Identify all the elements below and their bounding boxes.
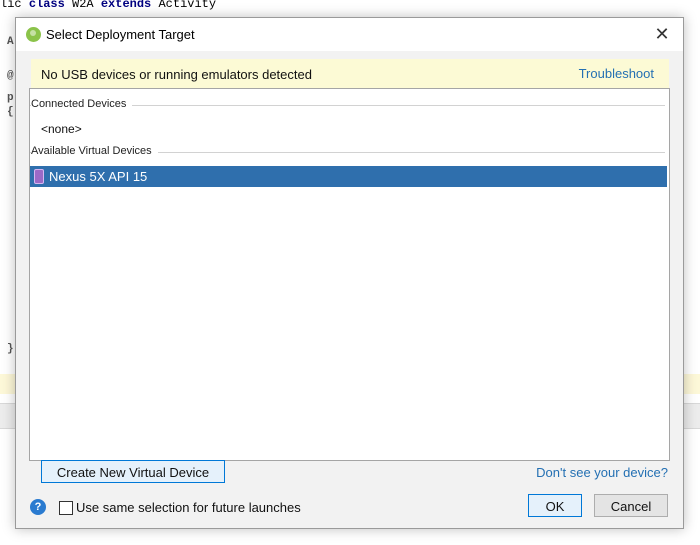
section-title: Available Virtual Devices	[31, 145, 158, 157]
close-icon: ✕	[654, 24, 670, 44]
warning-banner: No USB devices or running emulators dete…	[31, 59, 669, 89]
code-fragment: {	[7, 106, 14, 118]
dont-see-your-device-link[interactable]: Don't see your device?	[536, 465, 668, 480]
dialog-titlebar[interactable]: Select Deployment Target ✕	[16, 18, 683, 51]
available-virtual-devices-header: Available Virtual Devices	[30, 145, 669, 161]
same-selection-checkbox[interactable]	[59, 501, 73, 515]
banner-message: No USB devices or running emulators dete…	[41, 67, 312, 82]
device-list[interactable]: Connected Devices <none> Available Virtu…	[29, 88, 670, 461]
code-fragment: }	[7, 343, 14, 355]
code-fragment: p	[7, 92, 14, 104]
no-connected-devices-label: <none>	[41, 122, 82, 136]
section-title: Connected Devices	[31, 98, 133, 110]
select-deployment-target-dialog: Select Deployment Target ✕ No USB device…	[15, 17, 684, 529]
troubleshoot-link[interactable]: Troubleshoot	[579, 66, 654, 81]
help-icon[interactable]: ?	[30, 499, 46, 515]
connected-devices-header: Connected Devices	[30, 98, 669, 114]
close-button[interactable]: ✕	[649, 22, 675, 46]
code-line-class-declaration: lic class W2A extends Activity	[0, 0, 217, 11]
android-studio-icon	[26, 27, 41, 42]
same-selection-label[interactable]: Use same selection for future launches	[76, 500, 301, 515]
create-new-virtual-device-button[interactable]: Create New Virtual Device	[41, 460, 225, 483]
device-label: Nexus 5X API 15	[49, 169, 148, 184]
code-fragment: A	[7, 36, 14, 48]
device-row-nexus-5x-api-15[interactable]: Nexus 5X API 15	[30, 166, 667, 187]
dialog-title: Select Deployment Target	[46, 27, 195, 42]
cancel-button[interactable]: Cancel	[594, 494, 668, 517]
ok-button[interactable]: OK	[528, 494, 582, 517]
code-fragment: @	[7, 70, 14, 82]
phone-icon	[34, 169, 44, 184]
